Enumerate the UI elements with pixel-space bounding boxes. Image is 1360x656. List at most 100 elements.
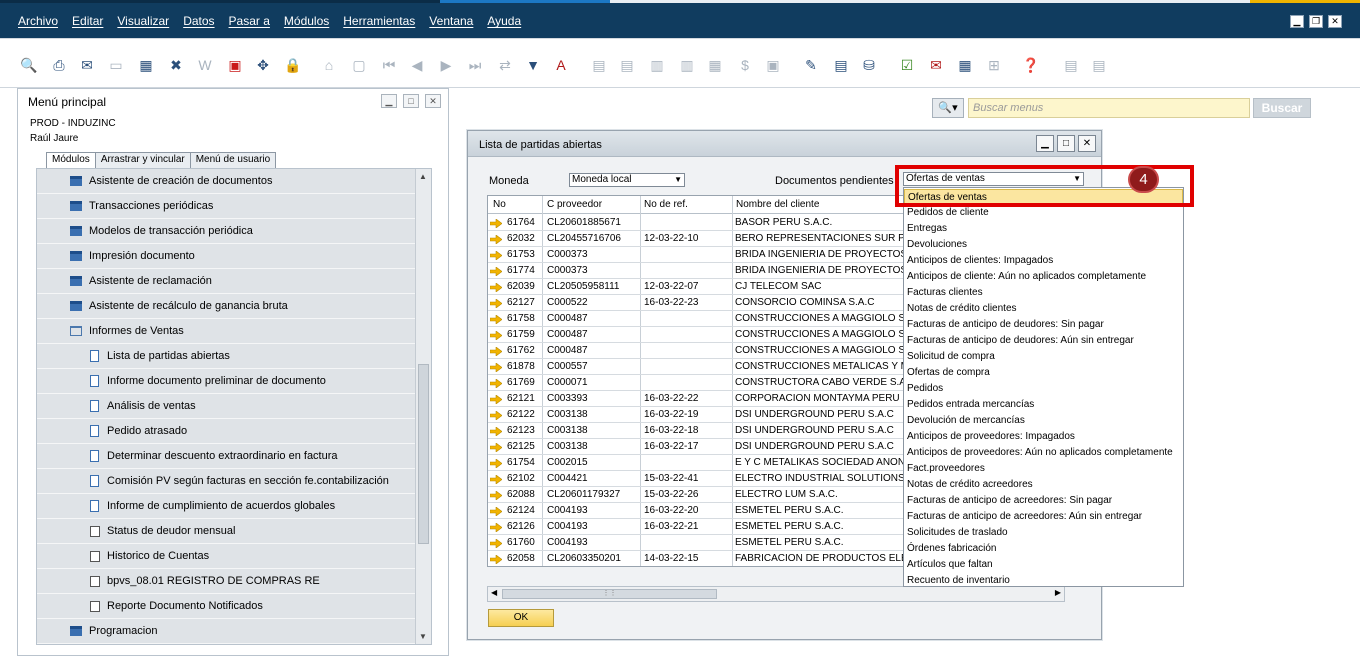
link-arrow-icon[interactable] [489, 522, 503, 533]
menu-item[interactable]: Status de deudor mensual [37, 519, 415, 544]
menu-modulos[interactable]: Módulos [284, 14, 329, 28]
dropdown-option[interactable]: Órdenes fabricación [904, 541, 1183, 557]
dropdown-option[interactable]: Notas de crédito clientes [904, 301, 1183, 317]
dropdown-option[interactable]: Solicitudes de traslado [904, 525, 1183, 541]
table-row[interactable]: 61764 CL20601885671 BASOR PERU S.A.C. [488, 215, 906, 231]
minimize-icon[interactable]: ▁ [1036, 135, 1054, 152]
dropdown-option[interactable]: Recuento de inventario [904, 573, 1183, 589]
add-icon[interactable]: ▢ [350, 56, 368, 74]
menu-item[interactable]: Modelos de transacción periódica [37, 219, 415, 244]
dropdown-option[interactable]: Solicitud de compra [904, 349, 1183, 365]
dropdown-option[interactable]: Facturas de anticipo de deudores: Aún si… [904, 333, 1183, 349]
table-row[interactable]: 62088 CL20601179327 15-03-22-26 ELECTRO LUM… [488, 487, 906, 503]
menu-item[interactable]: Transacciones periódicas [37, 194, 415, 219]
scroll-thumb[interactable]: ⋮⋮ [502, 589, 717, 599]
table-row[interactable]: 62123 C003138 16-03-22-18 DSI UNDERGROUND P… [488, 423, 906, 439]
dropdown-option[interactable]: Anticipos de proveedores: Impagados [904, 429, 1183, 445]
transaction-icon[interactable]: ▣ [764, 56, 782, 74]
table-row[interactable]: 62032 CL20455716706 12-03-22-10 BERO REPRES… [488, 231, 906, 247]
link-arrow-icon[interactable] [489, 362, 503, 373]
dropdown-option[interactable]: Pedidos [904, 381, 1183, 397]
col-no-ref[interactable]: No de ref. [644, 199, 688, 210]
dropdown-option[interactable]: Facturas de anticipo de acreedores: Aún … [904, 509, 1183, 525]
dropdown-option[interactable]: Ofertas de compra [904, 365, 1183, 381]
menu-archivo[interactable]: Archivo [18, 14, 58, 28]
link-arrow-icon[interactable] [489, 474, 503, 485]
target-document-icon[interactable]: ▤ [618, 56, 636, 74]
menu-item[interactable]: Programacion [37, 619, 415, 644]
table-row[interactable]: 62127 C000522 16-03-22-23 CONSORCIO COMINSA… [488, 295, 906, 311]
search-input[interactable]: Buscar menus [968, 98, 1250, 118]
menu-item[interactable]: Informes de Ventas [37, 319, 415, 344]
table-row[interactable]: 62125 C003138 16-03-22-17 DSI UNDERGROUND P… [488, 439, 906, 455]
moneda-select[interactable]: Moneda local ▼ [569, 173, 685, 187]
table-row[interactable]: 61878 C000557 CONSTRUCCIONES METALICAS Y M [488, 359, 906, 375]
table-row[interactable]: 61759 C000487 CONSTRUCCIONES A MAGGIOLO S [488, 327, 906, 343]
excel-export-icon[interactable]: ✖ [167, 56, 185, 74]
menu-editar[interactable]: Editar [72, 14, 103, 28]
gross-profit-icon[interactable]: ▦ [706, 56, 724, 74]
table-row[interactable]: 62102 C004421 15-03-22-41 ELECTRO INDUSTRIA… [488, 471, 906, 487]
menu-item[interactable]: bpvs_08.01 REGISTRO DE COMPRAS RE [37, 569, 415, 594]
menu-pasar-a[interactable]: Pasar a [229, 14, 270, 28]
email-icon[interactable]: ✉ [78, 56, 96, 74]
link-arrow-icon[interactable] [489, 218, 503, 229]
tree-scrollbar[interactable]: ▲ ▼ [415, 169, 431, 644]
sort-icon[interactable]: A [552, 56, 570, 74]
menu-item[interactable]: Determinar descuento extraordinario en f… [37, 444, 415, 469]
print-preview-icon[interactable]: 🔍 [20, 56, 38, 74]
link-arrow-icon[interactable] [489, 554, 503, 565]
database-icon[interactable]: ⛁ [860, 56, 878, 74]
table-row[interactable]: 62124 C004193 16-03-22-20 ESMETEL PERU S.A.… [488, 503, 906, 519]
link-arrow-icon[interactable] [489, 346, 503, 357]
link-arrow-icon[interactable] [489, 298, 503, 309]
filter-icon[interactable]: ▼ [524, 56, 542, 74]
menu-item[interactable]: Comisión PV según facturas en sección fe… [37, 469, 415, 494]
table-row[interactable]: 61762 C000487 CONSTRUCCIONES A MAGGIOLO S [488, 343, 906, 359]
close-icon[interactable]: ✕ [1078, 135, 1096, 152]
close-icon[interactable]: ✕ [425, 94, 441, 108]
menu-datos[interactable]: Datos [183, 14, 214, 28]
move-icon[interactable]: ✥ [254, 56, 272, 74]
print-icon[interactable]: ⎙ [50, 56, 68, 74]
table-row[interactable]: 62058 CL20603350201 14-03-22-15 FABRICACION… [488, 551, 906, 566]
refresh-icon[interactable]: ⇄ [496, 56, 514, 74]
close-icon[interactable]: ✕ [1328, 15, 1342, 28]
calendar-icon[interactable]: ▦ [956, 56, 974, 74]
link-arrow-icon[interactable] [489, 314, 503, 325]
link-arrow-icon[interactable] [489, 394, 503, 405]
table-row[interactable]: 61754 C002015 E Y C METALIKAS SOCIEDAD ANO… [488, 455, 906, 471]
dropdown-option[interactable]: Devolución de mercancías [904, 413, 1183, 429]
dropdown-option[interactable]: Devoluciones [904, 237, 1183, 253]
table-row[interactable]: 62126 C004193 16-03-22-21 ESMETEL PERU S.A.… [488, 519, 906, 535]
pdf-export-icon[interactable]: ▣ [226, 56, 244, 74]
link-arrow-icon[interactable] [489, 410, 503, 421]
dropdown-option[interactable]: Anticipos de proveedores: Aún no aplicad… [904, 445, 1183, 461]
dropdown-option[interactable]: Artículos que faltan [904, 557, 1183, 573]
table-row[interactable]: 61769 C000071 CONSTRUCTORA CABO VERDE S.A [488, 375, 906, 391]
link-arrow-icon[interactable] [489, 330, 503, 341]
dropdown-option[interactable]: Anticipos de clientes: Impagados [904, 253, 1183, 269]
link-arrow-icon[interactable] [489, 538, 503, 549]
maximize-icon[interactable]: □ [1057, 135, 1075, 152]
dropdown-option[interactable]: Fact.proveedores [904, 461, 1183, 477]
link-arrow-icon[interactable] [489, 378, 503, 389]
link-arrow-icon[interactable] [489, 442, 503, 453]
options-icon[interactable]: ▤ [1090, 56, 1108, 74]
menu-item[interactable]: Asistente de recálculo de ganancia bruta [37, 294, 415, 319]
minimize-icon[interactable]: ▁ [1290, 15, 1304, 28]
dropdown-option[interactable]: Anticipos de cliente: Aún no aplicados c… [904, 269, 1183, 285]
payment-icon[interactable]: ▥ [678, 56, 696, 74]
link-arrow-icon[interactable] [489, 426, 503, 437]
next-record-icon[interactable]: ▶ [437, 56, 455, 74]
menu-ventana[interactable]: Ventana [429, 14, 473, 28]
menu-item[interactable]: Asistente de reclamación [37, 269, 415, 294]
link-arrow-icon[interactable] [489, 250, 503, 261]
dropdown-option[interactable]: Facturas clientes [904, 285, 1183, 301]
checklist-icon[interactable]: ☑ [898, 56, 916, 74]
find-icon[interactable]: ⌂ [320, 56, 338, 74]
table-row[interactable]: 62122 C003138 16-03-22-19 DSI UNDERGROUND P… [488, 407, 906, 423]
settings-icon[interactable]: ▤ [1062, 56, 1080, 74]
last-record-icon[interactable]: ⏭ [466, 56, 484, 74]
dropdown-option[interactable]: Notas de crédito acreedores [904, 477, 1183, 493]
